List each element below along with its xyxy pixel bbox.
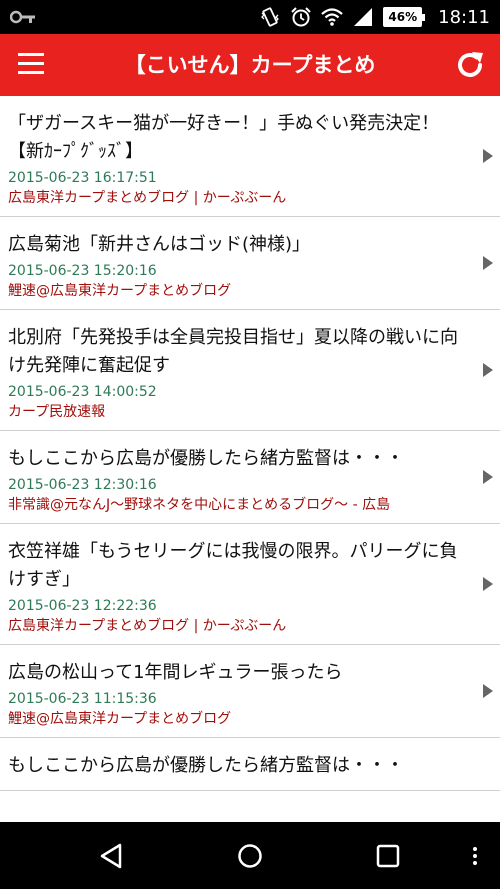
alarm-icon <box>291 7 312 27</box>
chevron-right-icon <box>483 470 493 484</box>
status-bar: 46% 18:11 <box>0 0 500 34</box>
chevron-right-icon <box>483 684 493 698</box>
chevron-right-icon <box>483 363 493 377</box>
article-source: 鯉速@広島東洋カープまとめブログ <box>8 711 232 727</box>
navigation-bar <box>0 822 500 889</box>
chevron-right-icon <box>483 577 493 591</box>
list-item[interactable]: 衣笠祥雄「もうセリーグには我慢の限界。パリーグに負けすぎ」 2015-06-23… <box>0 524 500 645</box>
recents-icon[interactable] <box>374 842 402 870</box>
hamburger-menu-icon[interactable] <box>18 53 44 75</box>
app-bar: 【こいせん】カープまとめ <box>0 34 500 96</box>
article-date: 2015-06-23 16:17:51 <box>8 170 157 186</box>
article-title: 広島菊池「新井さんはゴッド(神様)」 <box>8 234 311 255</box>
article-date: 2015-06-23 11:15:36 <box>8 691 157 707</box>
vibrate-icon <box>261 7 280 27</box>
refresh-icon[interactable] <box>454 49 486 81</box>
list-item[interactable]: 「ザガースキー猫が一好きー！」手ぬぐい発売決定！【新ｶｰﾌﾟｸﾞｯｽﾞ】 201… <box>0 96 500 217</box>
article-date: 2015-06-23 12:30:16 <box>8 477 157 493</box>
article-source: カープ民放速報 <box>8 404 106 420</box>
article-title: 広島の松山って1年間レギュラー張ったら <box>8 662 343 683</box>
back-icon[interactable] <box>98 842 126 870</box>
article-source: 広島東洋カープまとめブログ | かーぷぶーん <box>8 618 287 634</box>
article-date: 2015-06-23 12:22:36 <box>8 598 157 614</box>
battery-level: 46% <box>383 7 423 27</box>
key-icon <box>10 10 35 24</box>
article-title: 北別府「先発投手は全員完投目指せ」夏以降の戦いに向け先発陣に奮起促す <box>8 327 458 376</box>
list-item[interactable]: もしここから広島が優勝したら緒方監督は・・・ 2015-06-23 12:30:… <box>0 431 500 524</box>
article-date: 2015-06-23 14:00:52 <box>8 384 157 400</box>
article-title: 「ザガースキー猫が一好きー！」手ぬぐい発売決定！【新ｶｰﾌﾟｸﾞｯｽﾞ】 <box>8 113 440 162</box>
more-icon[interactable] <box>472 846 478 866</box>
list-item[interactable]: 広島菊池「新井さんはゴッド(神様)」 2015-06-23 15:20:16 鯉… <box>0 217 500 310</box>
article-date: 2015-06-23 15:20:16 <box>8 263 157 279</box>
battery-icon: 46% <box>383 7 426 27</box>
list-item[interactable]: 北別府「先発投手は全員完投目指せ」夏以降の戦いに向け先発陣に奮起促す 2015-… <box>0 310 500 431</box>
home-icon[interactable] <box>236 842 264 870</box>
article-source: 非常識@元なんJ～野球ネタを中心にまとめるブログ～ - 広島 <box>8 497 391 513</box>
article-title: 衣笠祥雄「もうセリーグには我慢の限界。パリーグに負けすぎ」 <box>8 541 458 590</box>
list-item[interactable]: もしここから広島が優勝したら緒方監督は・・・ <box>0 738 500 791</box>
article-list: 「ザガースキー猫が一好きー！」手ぬぐい発売決定！【新ｶｰﾌﾟｸﾞｯｽﾞ】 201… <box>0 96 500 822</box>
article-source: 広島東洋カープまとめブログ | かーぷぶーん <box>8 190 287 206</box>
signal-icon <box>354 8 373 26</box>
article-source: 鯉速@広島東洋カープまとめブログ <box>8 283 232 299</box>
clock: 18:11 <box>438 6 490 28</box>
article-title: もしここから広島が優勝したら緒方監督は・・・ <box>8 448 404 469</box>
chevron-right-icon <box>483 149 493 163</box>
chevron-right-icon <box>483 256 493 270</box>
article-title: もしここから広島が優勝したら緒方監督は・・・ <box>8 755 404 776</box>
list-item[interactable]: 広島の松山って1年間レギュラー張ったら 2015-06-23 11:15:36 … <box>0 645 500 738</box>
app-title: 【こいせん】カープまとめ <box>124 53 376 77</box>
wifi-icon <box>321 8 344 26</box>
